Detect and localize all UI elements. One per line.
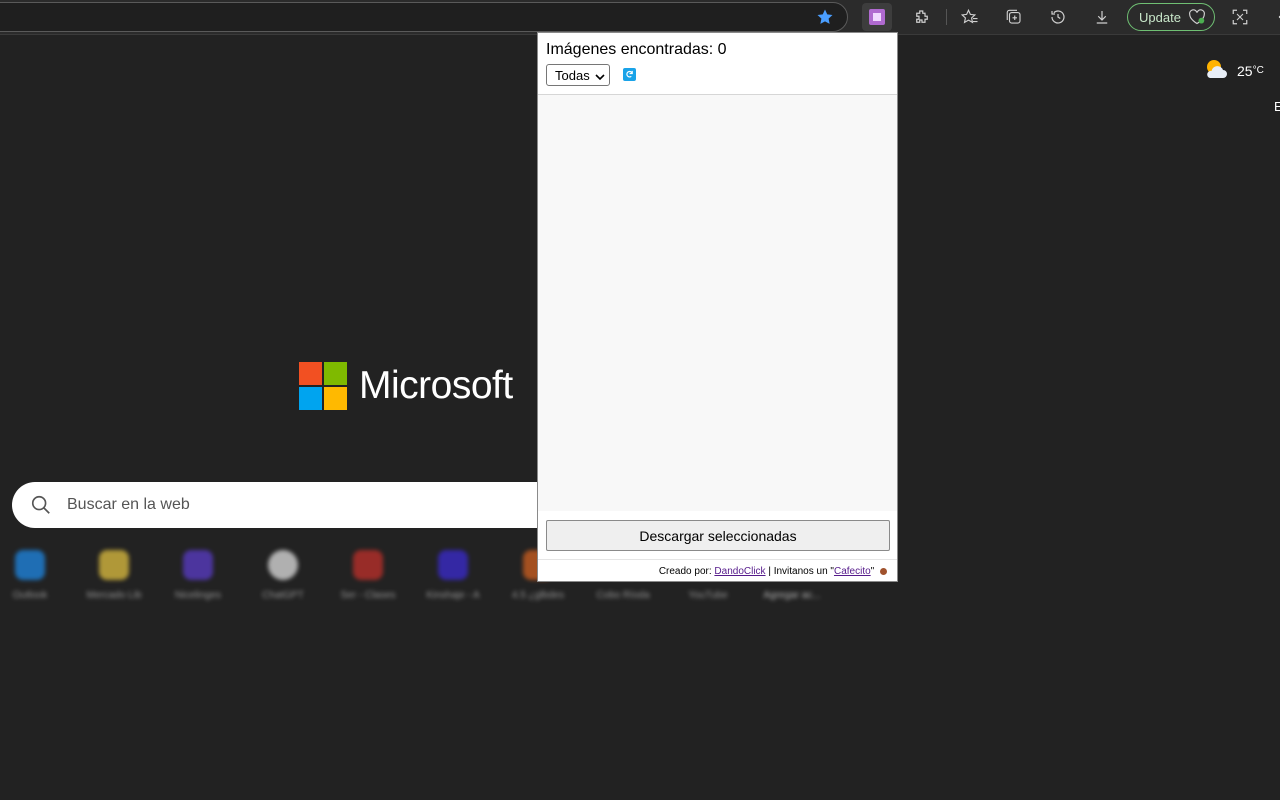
- shortcut-icon: [438, 550, 468, 580]
- collections-icon[interactable]: [999, 3, 1029, 31]
- coffee-icon: [880, 567, 887, 575]
- shortcut-label: Mercado Lib: [86, 590, 142, 601]
- footer-quote-close: ": [870, 566, 875, 577]
- brand-title: Microsoft: [359, 364, 513, 407]
- browser-toolbar: Update: [0, 0, 1280, 35]
- search-placeholder: Buscar en la web: [67, 496, 190, 513]
- images-found-count: 0: [717, 41, 727, 58]
- microsoft-logo-icon: [299, 362, 347, 410]
- shortcut-label: Nicelinges: [174, 590, 222, 601]
- images-found-label: Imágenes encontradas:: [546, 41, 714, 58]
- favorite-star-icon[interactable]: [814, 6, 836, 28]
- search-icon: [30, 494, 52, 521]
- popup-footer: Creado por: DandoClick | Invitanos un "C…: [659, 566, 887, 577]
- downloads-icon[interactable]: [1087, 3, 1117, 31]
- toolbar-separator: [946, 9, 947, 25]
- cafecito-link[interactable]: Cafecito: [834, 566, 871, 577]
- shortcut-tile[interactable]: Kinshaje - A: [411, 540, 495, 604]
- favorites-icon[interactable]: [955, 3, 985, 31]
- refresh-icon[interactable]: [623, 68, 636, 81]
- shortcut-label: Cobo Ríoda: [596, 590, 650, 601]
- update-button[interactable]: Update: [1127, 3, 1215, 31]
- shortcut-tile[interactable]: ChatGPT: [241, 540, 325, 604]
- health-heart-icon: [1188, 9, 1206, 28]
- shortcut-icon: [15, 550, 45, 580]
- shortcut-tile[interactable]: Nicelinges: [156, 540, 240, 604]
- more-menu-icon[interactable]: [1262, 3, 1280, 31]
- images-grid: [538, 95, 897, 511]
- weather-widget[interactable]: 25 °C: [1203, 57, 1264, 84]
- temperature: 25: [1237, 62, 1253, 79]
- filter-selected-value: Todas: [555, 67, 590, 83]
- shortcut-icon: [268, 550, 298, 580]
- shortcut-label: YouTube: [688, 590, 728, 601]
- history-icon[interactable]: [1043, 3, 1073, 31]
- update-label: Update: [1139, 9, 1181, 25]
- edge-partial-text: E: [1274, 99, 1280, 114]
- partly-cloudy-icon: [1203, 57, 1229, 84]
- screenshot-icon[interactable]: [1225, 3, 1255, 31]
- shortcut-label: Outlook: [12, 590, 48, 601]
- shortcut-tile[interactable]: Mercado Lib: [72, 540, 156, 604]
- shortcut-icon: [183, 550, 213, 580]
- author-link[interactable]: DandoClick: [714, 566, 765, 577]
- download-selected-button[interactable]: Descargar seleccionadas: [546, 520, 890, 551]
- search-input[interactable]: Buscar en la web: [12, 482, 572, 528]
- shortcut-tile[interactable]: Outlook: [0, 540, 72, 604]
- footer-divider: [538, 559, 897, 560]
- filter-select[interactable]: Todas: [546, 64, 610, 86]
- shortcut-label: 4.5 ¿glbdes: [511, 590, 565, 601]
- shortcut-label: Agregar ac...: [763, 590, 821, 601]
- image-downloader-popup: Imágenes encontradas: 0 Todas Descargar …: [537, 32, 898, 582]
- shortcut-label: Kinshaje - A: [426, 590, 480, 601]
- popup-header: Imágenes encontradas: 0 Todas: [538, 33, 897, 95]
- extensions-puzzle-icon[interactable]: [907, 3, 937, 31]
- shortcut-tile[interactable]: Ser - Clases: [326, 540, 410, 604]
- shortcut-label: Ser - Clases: [340, 590, 396, 601]
- shortcut-label: ChatGPT: [262, 590, 304, 601]
- footer-credit-label: Creado por:: [658, 566, 712, 577]
- temperature-unit: °C: [1252, 65, 1264, 76]
- image-downloader-extension-icon[interactable]: [862, 3, 892, 31]
- footer-invite-text: | Invitanos un ": [768, 566, 834, 577]
- address-bar[interactable]: [0, 2, 848, 32]
- images-found-title: Imágenes encontradas: 0: [546, 41, 727, 59]
- shortcut-icon: [353, 550, 383, 580]
- shortcut-icon: [99, 550, 129, 580]
- chevron-down-icon: [595, 70, 605, 85]
